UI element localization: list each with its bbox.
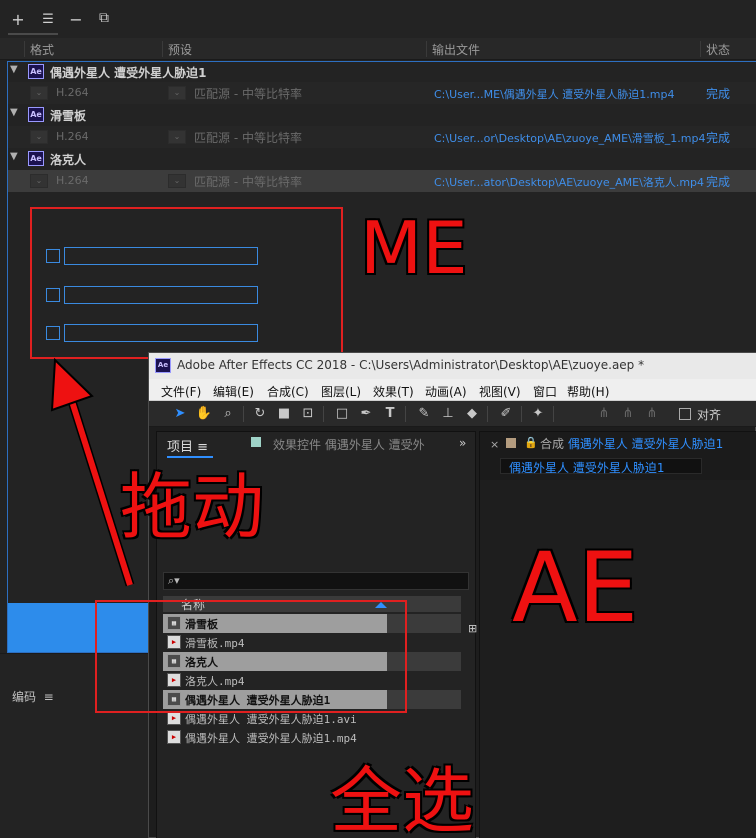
annotation-me: ME <box>360 206 468 290</box>
annotation-ae: AE <box>512 532 639 644</box>
annotation-drag: 拖动 <box>120 465 265 549</box>
drag-arrow <box>50 357 135 587</box>
annotation-select-all: 全选 <box>330 759 475 838</box>
